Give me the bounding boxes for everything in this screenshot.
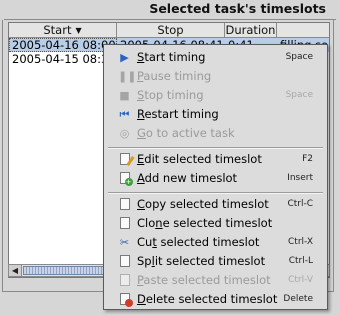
menu-item-edit-selected-timeslot[interactable]: Edit selected timeslot F2 xyxy=(104,150,327,169)
cell-start: 2005-04-15 08:30 xyxy=(12,52,116,66)
menu-item-stop-timing[interactable]: ■ Stop timing Space xyxy=(104,86,327,105)
context-menu: ▶ Start timing Space ❚❚ Pause timing ■ S… xyxy=(103,44,328,310)
column-header-start[interactable]: Start ▼ xyxy=(9,23,117,38)
column-header-description[interactable] xyxy=(277,23,329,38)
menu-item-pause-timing[interactable]: ❚❚ Pause timing xyxy=(104,67,327,86)
mnemonic: G xyxy=(137,126,146,140)
panel-title: Selected task's timeslots xyxy=(149,1,326,16)
menu-item-add-new-timeslot[interactable]: + Add new timeslot Insert xyxy=(104,169,327,188)
menu-item-label: it selected timeslot xyxy=(154,254,266,268)
menu-item-label: aste selected timeslot xyxy=(143,273,271,287)
sort-descending-icon: ▼ xyxy=(75,26,82,35)
menu-item-label: elete selected timeslot xyxy=(145,292,278,306)
menu-item-label: tart timing xyxy=(144,50,206,64)
mnemonic: A xyxy=(137,171,145,185)
copy-icon xyxy=(118,198,131,211)
menu-item-cut-selected-timeslot[interactable]: ✂ Cut selected timeslot Ctrl-X xyxy=(104,233,327,252)
menu-item-label: top timing xyxy=(144,88,204,102)
paste-icon xyxy=(118,274,131,287)
pause-icon: ❚❚ xyxy=(118,70,137,83)
restart-icon: ⏮ xyxy=(119,108,130,121)
scroll-left-icon[interactable]: ◀ xyxy=(9,265,22,276)
menu-item-label: Clo xyxy=(137,216,156,230)
accelerator: Space xyxy=(285,52,313,62)
scissors-icon: ✂ xyxy=(119,236,130,249)
delete-document-icon xyxy=(118,293,133,307)
menu-item-label: Sp xyxy=(137,254,152,268)
accelerator: Insert xyxy=(287,173,313,183)
accelerator: Space xyxy=(285,90,313,100)
menu-item-copy-selected-timeslot[interactable]: Copy selected timeslot Ctrl-C xyxy=(104,195,327,214)
menu-separator xyxy=(108,147,323,149)
menu-item-go-to-active-task[interactable]: ◎ Go to active task xyxy=(104,124,327,143)
menu-item-label: ause timing xyxy=(143,69,212,83)
column-header-duration[interactable]: Duration xyxy=(225,23,277,38)
target-icon: ◎ xyxy=(119,127,130,140)
accelerator: Ctrl-C xyxy=(287,199,313,209)
accelerator: F2 xyxy=(302,154,313,164)
add-document-icon: + xyxy=(118,172,133,186)
menu-item-label: opy selected timeslot xyxy=(145,197,269,211)
stop-icon: ■ xyxy=(119,89,130,102)
accelerator: Ctrl-X xyxy=(288,237,313,247)
play-icon: ▶ xyxy=(120,51,129,64)
cell-start: 2005-04-16 08:00 xyxy=(9,38,117,52)
accelerator: Ctrl-V xyxy=(288,275,313,285)
edit-document-icon xyxy=(118,153,135,166)
column-header-label: Stop xyxy=(157,23,184,37)
menu-item-label: dit selected timeslot xyxy=(144,152,262,166)
column-header-stop[interactable]: Stop xyxy=(117,23,225,38)
menu-item-label: o to active task xyxy=(145,126,235,140)
menu-item-paste-selected-timeslot[interactable]: Paste selected timeslot Ctrl-V xyxy=(104,271,327,290)
menu-item-clone-selected-timeslot[interactable]: Clone selected timeslot xyxy=(104,214,327,233)
clone-icon xyxy=(118,217,131,230)
menu-item-label: Cu xyxy=(137,235,153,249)
mnemonic: D xyxy=(137,292,146,306)
accelerator: Ctrl-L xyxy=(288,256,313,266)
column-header-label: Start xyxy=(43,23,72,37)
menu-item-split-selected-timeslot[interactable]: Split selected timeslot Ctrl-L xyxy=(104,252,327,271)
menu-item-label: e selected timeslot xyxy=(162,216,273,230)
menu-item-restart-timing[interactable]: ⏮ Restart timing xyxy=(104,105,327,124)
menu-separator xyxy=(108,192,323,194)
accelerator: Delete xyxy=(283,294,313,304)
menu-item-label: selected timeslot xyxy=(156,235,260,249)
menu-item-start-timing[interactable]: ▶ Start timing Space xyxy=(104,48,327,67)
mnemonic: n xyxy=(155,216,163,230)
split-icon xyxy=(118,255,131,268)
menu-item-label: estart timing xyxy=(144,107,219,121)
column-header-label: Duration xyxy=(225,23,276,37)
table-header: Start ▼ Stop Duration xyxy=(9,23,329,38)
menu-item-label: dd new timeslot xyxy=(144,171,238,185)
mnemonic: C xyxy=(137,197,146,211)
menu-item-delete-selected-timeslot[interactable]: Delete selected timeslot Delete xyxy=(104,290,327,309)
